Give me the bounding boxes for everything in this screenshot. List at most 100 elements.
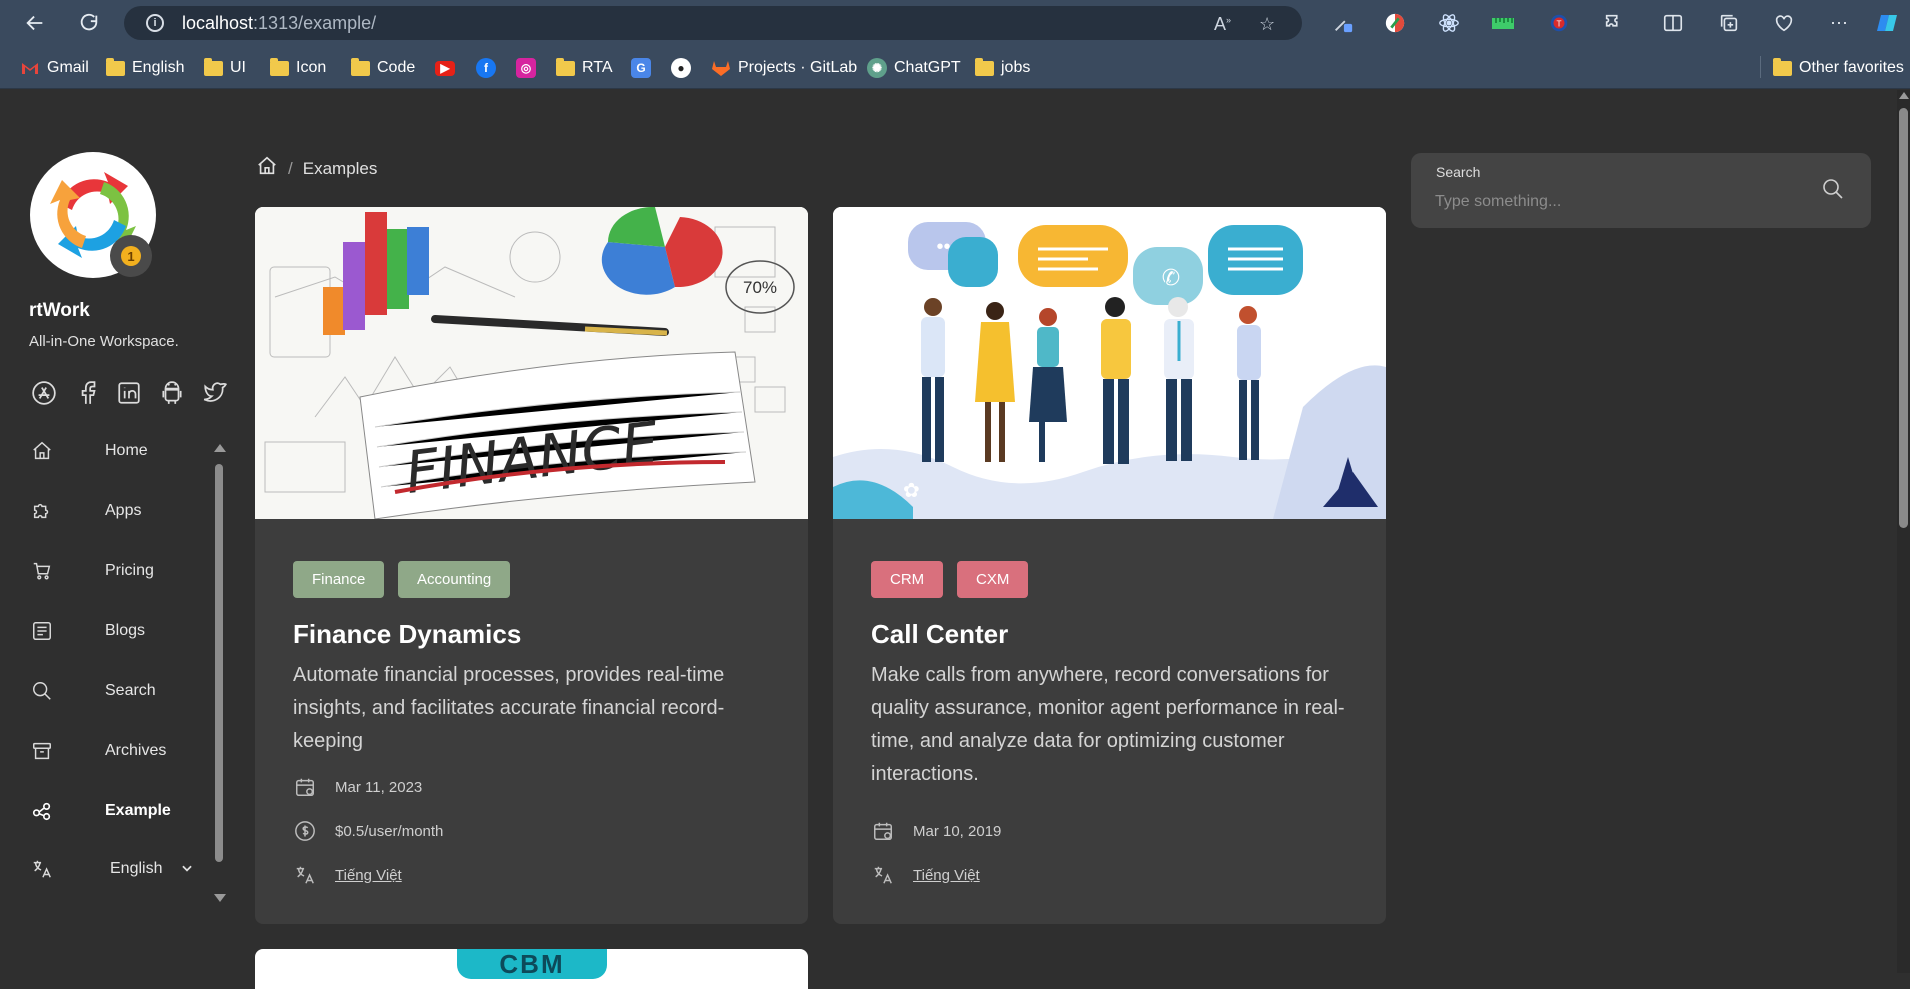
app-store-icon[interactable] [29, 378, 59, 408]
site-info-icon[interactable]: i [146, 14, 164, 32]
card-language: Tiếng Việt [293, 861, 402, 889]
sidebar-scroll-down[interactable] [214, 894, 226, 902]
bookmark-github[interactable]: ● [671, 56, 691, 80]
twitter-icon[interactable] [200, 378, 230, 408]
page-scrollbar[interactable] [1897, 90, 1910, 973]
youtube-icon: ▶ [435, 60, 455, 76]
scroll-thumb[interactable] [1899, 108, 1908, 528]
date-text: Mar 11, 2023 [335, 778, 423, 796]
bookmark-other-favorites[interactable]: Other favorites [1773, 56, 1904, 80]
menu-label: Archives [105, 742, 167, 759]
bookmark-label: UI [230, 59, 246, 76]
card-cbm[interactable]: CBM [255, 949, 808, 989]
extension-react-icon[interactable] [1436, 10, 1462, 36]
bookmark-english[interactable]: English [106, 56, 184, 80]
site-name[interactable]: rtWork [29, 300, 90, 322]
calendar-icon [871, 819, 895, 843]
bookmark-code[interactable]: Code [351, 56, 415, 80]
tag-finance[interactable]: Finance [293, 561, 385, 598]
language-selector[interactable]: English [25, 849, 205, 889]
menu-label: Pricing [105, 562, 154, 579]
sidebar-scrollbar[interactable] [213, 444, 226, 904]
home-icon[interactable] [256, 155, 278, 182]
bookmark-gitlab[interactable]: Projects · GitLab [711, 56, 857, 80]
search-input[interactable] [1435, 190, 1815, 214]
menu-search[interactable]: Search [25, 671, 205, 711]
bookmark-jobs[interactable]: jobs [975, 56, 1030, 80]
extension-t-icon[interactable]: T [1546, 10, 1572, 36]
finance-hero-image[interactable]: 70% FINANCE [255, 207, 808, 519]
extension-eyedropper-icon[interactable] [1330, 10, 1356, 36]
card-call-center[interactable]: ••• ✆ ✿ CRM CXM Call Center Make calls f… [833, 207, 1386, 924]
menu-label: English [110, 860, 163, 877]
bookmark-gmail[interactable]: Gmail [20, 56, 89, 80]
breadcrumb-separator: / [288, 158, 293, 178]
bookmark-label: Code [377, 59, 416, 76]
svg-text:✆: ✆ [1162, 266, 1180, 291]
collections-icon[interactable] [1716, 10, 1742, 36]
menu-apps[interactable]: Apps [25, 491, 205, 531]
tag-cxm[interactable]: CXM [957, 561, 1029, 598]
github-icon: ● [671, 58, 691, 78]
url-host: localhost [182, 12, 254, 33]
language-link[interactable]: Tiếng Việt [335, 867, 402, 884]
svg-text:70%: 70% [743, 278, 777, 297]
svg-text:✿: ✿ [903, 478, 920, 502]
browser-essentials-icon[interactable] [1771, 10, 1797, 36]
dollar-icon [293, 819, 317, 843]
search-label: Search [1436, 164, 1481, 180]
bookmark-chatgpt[interactable]: ✺ ChatGPT [867, 56, 961, 80]
bookmark-instagram[interactable]: ◎ [516, 56, 536, 80]
search-icon[interactable] [1821, 177, 1845, 206]
tag-crm[interactable]: CRM [871, 561, 944, 598]
extensions-puzzle-icon[interactable] [1601, 10, 1627, 36]
menu-blogs[interactable]: Blogs [25, 611, 205, 651]
call-center-hero-image[interactable]: ••• ✆ ✿ [833, 207, 1386, 519]
split-screen-icon[interactable] [1660, 10, 1686, 36]
sidebar-scroll-up[interactable] [214, 444, 226, 452]
menu-example[interactable]: Example [25, 791, 205, 831]
extension-ruler-icon[interactable] [1490, 10, 1516, 36]
menu-pricing[interactable]: Pricing [25, 551, 205, 591]
cbm-hero-label: CBM [457, 949, 607, 979]
search-box[interactable]: Search [1411, 153, 1871, 228]
card-title[interactable]: Call Center [871, 619, 1008, 650]
bookmark-rta[interactable]: RTA [556, 56, 613, 80]
bookmark-youtube[interactable]: ▶ [435, 56, 455, 80]
menu-home[interactable]: Home [25, 431, 205, 471]
extension-color-icon[interactable] [1382, 10, 1408, 36]
bookmark-icon[interactable]: Icon [270, 56, 326, 80]
linkedin-icon[interactable] [114, 378, 144, 408]
sidebar-scroll-thumb[interactable] [215, 464, 223, 862]
language-icon [25, 852, 59, 886]
android-icon[interactable] [157, 378, 187, 408]
card-title[interactable]: Finance Dynamics [293, 619, 521, 650]
language-link[interactable]: Tiếng Việt [913, 867, 980, 884]
bookmark-facebook[interactable]: f [476, 56, 496, 80]
back-button[interactable] [20, 8, 50, 38]
address-bar[interactable]: i localhost:1313/example/ A» ☆ [124, 6, 1302, 40]
folder-icon [975, 57, 994, 76]
read-aloud-icon[interactable]: A» [1214, 14, 1231, 35]
card-finance-dynamics[interactable]: 70% FINANCE Finance Accounting Finance D… [255, 207, 808, 924]
card-description: Make calls from anywhere, record convers… [871, 664, 1345, 785]
scroll-up-arrow[interactable] [1899, 92, 1909, 99]
gitlab-icon [711, 58, 731, 78]
language-icon [293, 863, 317, 887]
chatgpt-icon: ✺ [867, 58, 887, 78]
copilot-icon[interactable] [1874, 10, 1900, 36]
menu-archives[interactable]: Archives [25, 731, 205, 771]
breadcrumb: / Examples [256, 155, 377, 182]
bookmarks-divider [1760, 56, 1761, 78]
more-options-icon[interactable]: ⋯ [1826, 10, 1852, 36]
reload-button[interactable] [74, 8, 104, 38]
card-description: Automate financial processes, provides r… [293, 664, 725, 752]
bookmark-translate[interactable]: G [631, 56, 651, 80]
facebook-icon[interactable] [73, 378, 103, 408]
blog-icon [25, 614, 59, 648]
archive-icon [25, 734, 59, 768]
bookmark-ui[interactable]: UI [204, 56, 246, 80]
favorite-star-icon[interactable]: ☆ [1259, 14, 1275, 35]
menu-label: Search [105, 682, 156, 699]
tag-accounting[interactable]: Accounting [398, 561, 511, 598]
